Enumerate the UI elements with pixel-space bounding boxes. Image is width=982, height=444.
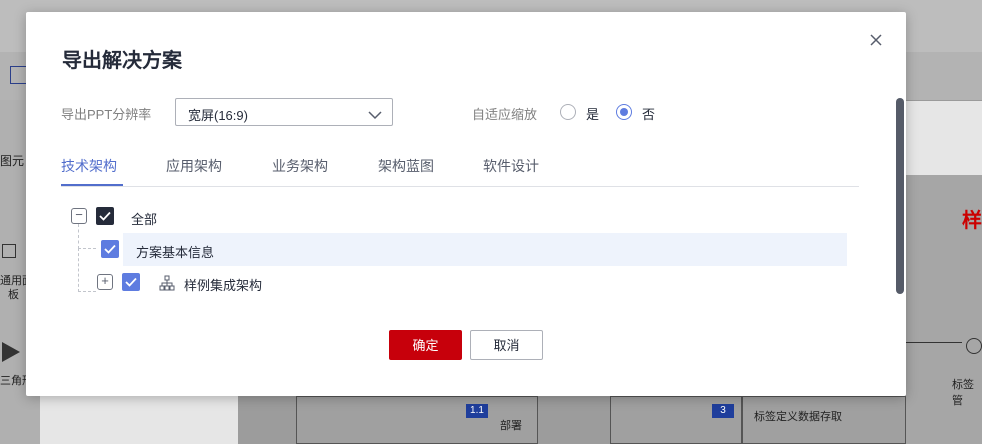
- tab-technical-architecture[interactable]: 技术架构: [61, 156, 117, 176]
- expand-sample-toggle[interactable]: +: [97, 273, 113, 290]
- bg-right-label: 标签管: [952, 379, 974, 407]
- cancel-button[interactable]: 取消: [470, 330, 543, 360]
- radio-no[interactable]: [616, 104, 632, 120]
- resolution-select[interactable]: 宽屏(16:9): [175, 98, 393, 126]
- confirm-button[interactable]: 确定: [389, 330, 462, 360]
- checkbox-sample-integration[interactable]: [122, 273, 140, 291]
- adaptive-zoom-label: 自适应缩放: [472, 107, 538, 122]
- checkbox-solution-basic-info[interactable]: [101, 240, 119, 258]
- checkbox-all[interactable]: [96, 207, 114, 225]
- triangle-icon: [2, 342, 20, 362]
- shape-panel-icon: [2, 244, 16, 258]
- bg-badge-2: 3: [712, 404, 734, 418]
- tree-connector-3: [78, 282, 96, 292]
- bg-line: [906, 342, 962, 343]
- resolution-select-value: 宽屏(16:9): [188, 108, 248, 123]
- bg-right-red-label: 样: [962, 210, 982, 232]
- bg-badge-1: 1.1: [466, 404, 488, 418]
- resolution-label: 导出PPT分辨率: [61, 107, 152, 122]
- tree-connector-1: [78, 224, 96, 249]
- hierarchy-icon: [159, 275, 175, 291]
- bg-left-label-1: 图元: [0, 154, 25, 168]
- bg-left-label-3: 板: [8, 289, 19, 301]
- tree-item-sample-integration-label[interactable]: 样例集成架构: [184, 275, 262, 294]
- person-icon: [966, 338, 982, 354]
- close-icon[interactable]: [868, 32, 884, 48]
- bg-cell-label-2: 标签定义数据存取: [754, 411, 842, 423]
- tree-item-all-label: 全部: [131, 212, 158, 227]
- dialog-scrollbar[interactable]: [896, 98, 904, 294]
- dialog-title: 导出解决方案: [62, 50, 182, 72]
- radio-no-label[interactable]: 否: [642, 104, 655, 123]
- tab-application-architecture[interactable]: 应用架构: [166, 156, 222, 176]
- tab-architecture-blueprint[interactable]: 架构蓝图: [378, 156, 434, 176]
- export-solution-dialog: 导出解决方案 导出PPT分辨率 宽屏(16:9) 自适应缩放 是 否 技术架构 …: [26, 12, 906, 396]
- chevron-down-icon: [368, 107, 382, 125]
- tree-item-solution-basic-info-label[interactable]: 方案基本信息: [136, 242, 214, 261]
- radio-yes-label[interactable]: 是: [586, 104, 599, 123]
- tab-software-design[interactable]: 软件设计: [483, 156, 539, 176]
- tab-business-architecture[interactable]: 业务架构: [272, 156, 328, 176]
- collapse-all-toggle[interactable]: −: [71, 207, 87, 224]
- active-tab-indicator: [61, 184, 123, 186]
- plus-icon: +: [101, 273, 109, 288]
- minus-icon: −: [75, 207, 83, 222]
- radio-yes[interactable]: [560, 104, 576, 120]
- bg-cell-label-1: 部署: [500, 420, 522, 432]
- tabs-divider: [61, 186, 859, 187]
- tree-row-highlight: [123, 233, 847, 266]
